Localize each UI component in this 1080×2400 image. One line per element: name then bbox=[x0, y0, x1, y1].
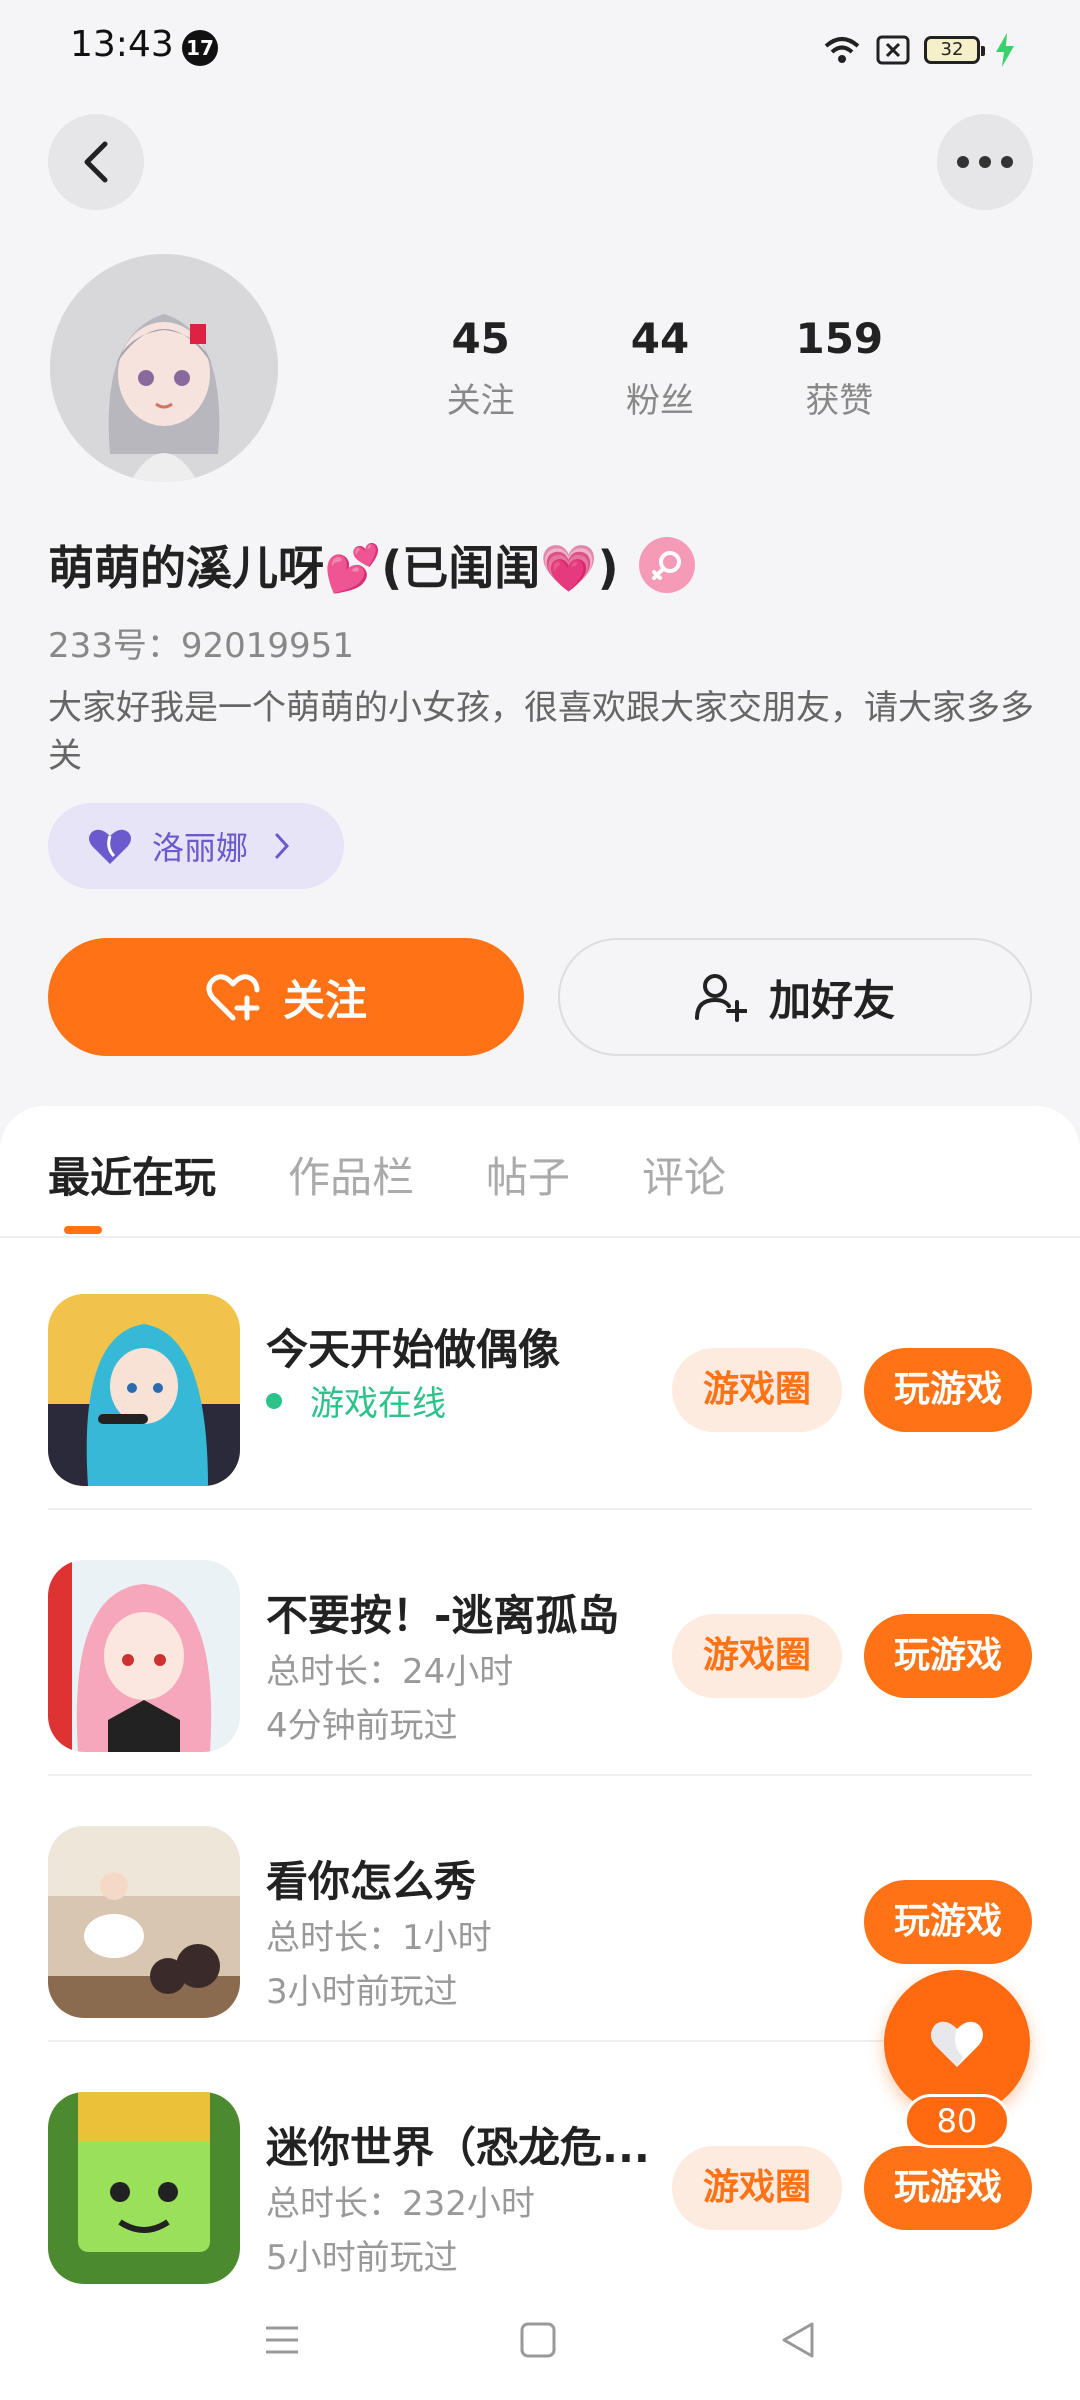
game-icon bbox=[48, 2092, 240, 2284]
add-friend-label: 加好友 bbox=[768, 975, 895, 1025]
game-row[interactable]: 看你怎么秀 总时长：1小时 3小时前玩过 玩游戏 bbox=[48, 1776, 1032, 2042]
tab-bar: 最近在玩 作品栏 帖子 评论 bbox=[48, 1144, 798, 1205]
game-title: 迷你世界（恐龙危... bbox=[266, 2123, 650, 2172]
user-plus-icon bbox=[694, 974, 747, 1022]
back-icon[interactable] bbox=[778, 2320, 818, 2360]
status-time: 13:43 bbox=[70, 24, 174, 65]
game-row[interactable]: 迷你世界（恐龙危... 总时长：232小时 5小时前玩过 游戏圈 玩游戏 bbox=[48, 2042, 1032, 2308]
stat-likes[interactable]: 159 获赞 bbox=[739, 314, 940, 422]
game-row[interactable]: 今天开始做偶像 游戏在线 游戏圈 玩游戏 bbox=[48, 1244, 1032, 1510]
tab-indicator bbox=[64, 1226, 102, 1234]
game-circle-button[interactable]: 游戏圈 bbox=[672, 2146, 842, 2230]
user-name: 萌萌的溪儿呀💕(已闺闺💗) bbox=[48, 541, 619, 595]
more-dots-icon bbox=[957, 156, 1013, 168]
play-game-button[interactable]: 玩游戏 bbox=[864, 2146, 1032, 2230]
heart-icon bbox=[89, 829, 131, 864]
like-count: 80 bbox=[904, 2094, 1010, 2148]
online-status: 游戏在线 bbox=[266, 1376, 446, 1425]
charging-icon bbox=[996, 33, 1014, 67]
more-button[interactable] bbox=[937, 114, 1033, 210]
game-title: 看你怎么秀 bbox=[266, 1857, 477, 1906]
game-icon bbox=[48, 1826, 240, 2018]
avatar[interactable] bbox=[50, 254, 278, 482]
heart-plus-icon bbox=[206, 974, 260, 1021]
follow-button[interactable]: 关注 bbox=[48, 938, 524, 1056]
wifi-icon bbox=[824, 37, 860, 63]
game-title: 不要按！-逃离孤岛 bbox=[266, 1591, 620, 1640]
chevron-right-icon bbox=[275, 833, 290, 859]
stat-value: 44 bbox=[630, 314, 690, 363]
tab-recent-play[interactable]: 最近在玩 bbox=[48, 1144, 216, 1205]
content-panel: 最近在玩 作品栏 帖子 评论 今天开始做偶像 游戏在线 游戏圈 玩游戏 不要按！… bbox=[0, 1106, 1080, 2400]
user-bio: 大家好我是一个萌萌的小女孩，很喜欢跟大家交朋友，请大家多多关 bbox=[48, 688, 1034, 776]
stat-value: 45 bbox=[451, 314, 510, 363]
menu-icon[interactable] bbox=[262, 2320, 302, 2360]
game-last-played: 4分钟前玩过 bbox=[266, 1706, 458, 1746]
system-nav-bar bbox=[0, 2284, 1080, 2400]
character-tag[interactable]: 洛丽娜 bbox=[48, 803, 344, 889]
tab-comments[interactable]: 评论 bbox=[642, 1144, 726, 1205]
add-friend-button[interactable]: 加好友 bbox=[558, 938, 1032, 1056]
stat-label: 关注 bbox=[446, 381, 515, 421]
heart-icon bbox=[931, 2021, 983, 2067]
user-id: 233号：92019951 bbox=[48, 626, 354, 666]
game-title: 今天开始做偶像 bbox=[266, 1325, 561, 1374]
stat-value: 159 bbox=[795, 314, 884, 363]
game-circle-button[interactable]: 游戏圈 bbox=[672, 1348, 842, 1432]
avatar-image bbox=[50, 254, 278, 482]
game-icon bbox=[48, 1560, 240, 1752]
divider bbox=[0, 1236, 1080, 1238]
online-label: 游戏在线 bbox=[310, 1384, 446, 1424]
tab-posts[interactable]: 帖子 bbox=[486, 1144, 570, 1205]
profile-stats: 45 关注 44 粉丝 159 获赞 bbox=[380, 314, 940, 422]
game-duration: 总时长：1小时 bbox=[266, 1918, 492, 1958]
game-row[interactable]: 不要按！-逃离孤岛 总时长：24小时 4分钟前玩过 游戏圈 玩游戏 bbox=[48, 1510, 1032, 1776]
tab-works[interactable]: 作品栏 bbox=[288, 1144, 414, 1205]
follow-label: 关注 bbox=[282, 975, 367, 1025]
tag-label: 洛丽娜 bbox=[152, 829, 249, 867]
status-bar: 13:43 17 32 bbox=[0, 0, 1080, 96]
game-duration: 总时长：24小时 bbox=[266, 1652, 514, 1692]
female-icon bbox=[638, 537, 695, 593]
status-icons: 32 bbox=[822, 30, 1016, 70]
stat-fans[interactable]: 44 粉丝 bbox=[559, 314, 760, 422]
play-game-button[interactable]: 玩游戏 bbox=[864, 1614, 1032, 1698]
play-game-button[interactable]: 玩游戏 bbox=[864, 1880, 1032, 1964]
notification-badge: 17 bbox=[182, 30, 218, 66]
battery-icon: 32 bbox=[924, 36, 985, 64]
stat-label: 粉丝 bbox=[625, 381, 694, 421]
back-button[interactable] bbox=[48, 114, 144, 210]
play-game-button[interactable]: 玩游戏 bbox=[864, 1348, 1032, 1432]
stat-following[interactable]: 45 关注 bbox=[380, 314, 581, 422]
stat-label: 获赞 bbox=[805, 381, 874, 421]
game-icon bbox=[48, 1294, 240, 1486]
game-duration: 总时长：232小时 bbox=[266, 2184, 535, 2224]
online-dot bbox=[266, 1392, 282, 1409]
game-circle-button[interactable]: 游戏圈 bbox=[672, 1614, 842, 1698]
name-row: 萌萌的溪儿呀💕(已闺闺💗) bbox=[48, 532, 695, 598]
home-icon[interactable] bbox=[518, 2320, 558, 2360]
sim-off-icon bbox=[876, 35, 910, 65]
game-last-played: 3小时前玩过 bbox=[266, 1972, 458, 2012]
game-last-played: 5小时前玩过 bbox=[266, 2238, 458, 2278]
back-arrow-icon bbox=[84, 141, 108, 183]
